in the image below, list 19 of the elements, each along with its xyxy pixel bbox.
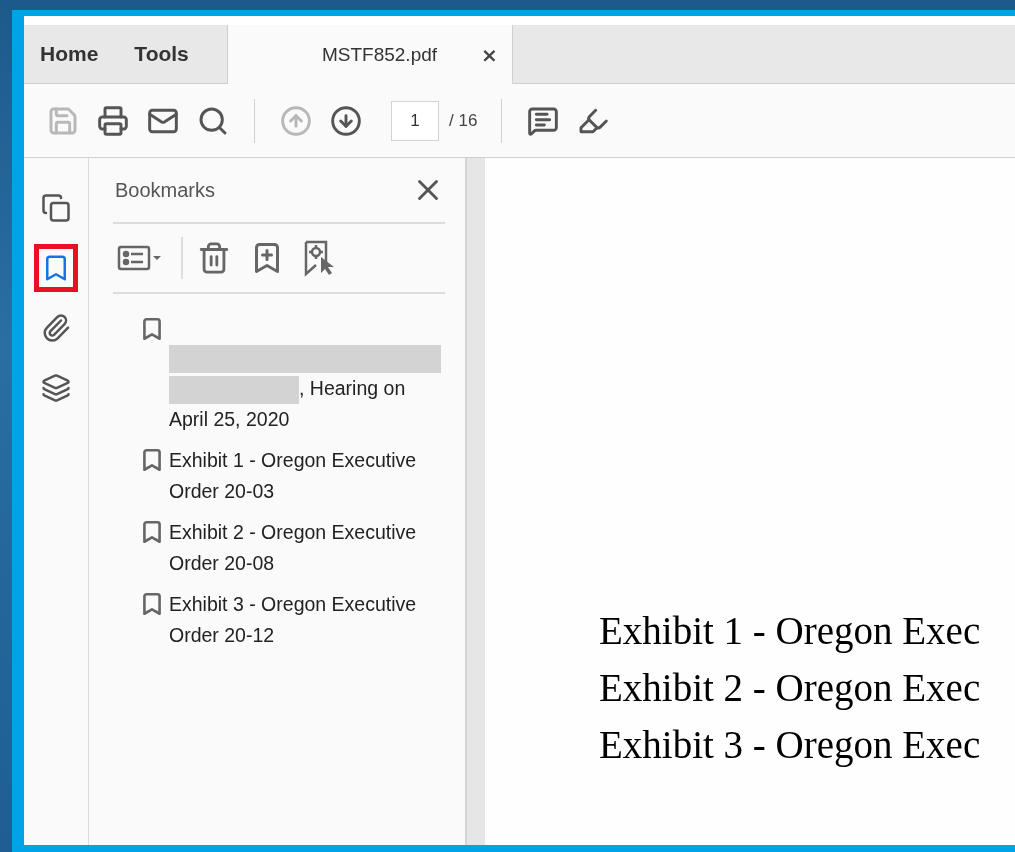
bookmark-item[interactable]: , Hearing on April 25, 2020 [169, 314, 441, 435]
tab-label: MSTF852.pdf [321, 43, 438, 66]
document-tab[interactable]: MSTF852.pdf × [226, 25, 513, 84]
printer-icon[interactable] [97, 104, 129, 137]
document-text: Exhibit 2 - Oregon Exec [599, 665, 982, 712]
panel-title: Bookmarks [114, 178, 216, 202]
nav-tab[interactable]: Tools [118, 25, 209, 83]
trash-icon[interactable] [197, 241, 231, 275]
bookmark-item[interactable]: Exhibit 1 - Oregon Executive Order 20-03 [169, 445, 441, 507]
options-icon[interactable] [117, 243, 163, 273]
page-total: / 16 [449, 110, 478, 131]
bookmark-icon[interactable] [34, 244, 78, 292]
close-tab-button[interactable]: × [481, 42, 498, 67]
bookmark-item[interactable]: Exhibit 3 - Oregon Executive Order 20-12 [169, 589, 441, 651]
nav-tab[interactable]: Home [24, 25, 119, 83]
document-text: Exhibit 3 - Oregon Exec [599, 722, 982, 769]
document-text: Exhibit 1 - Oregon Exec [599, 608, 982, 655]
bookmark-item[interactable]: Exhibit 2 - Oregon Executive Order 20-08 [169, 517, 441, 579]
page-number-field[interactable]: 1 [391, 100, 439, 141]
